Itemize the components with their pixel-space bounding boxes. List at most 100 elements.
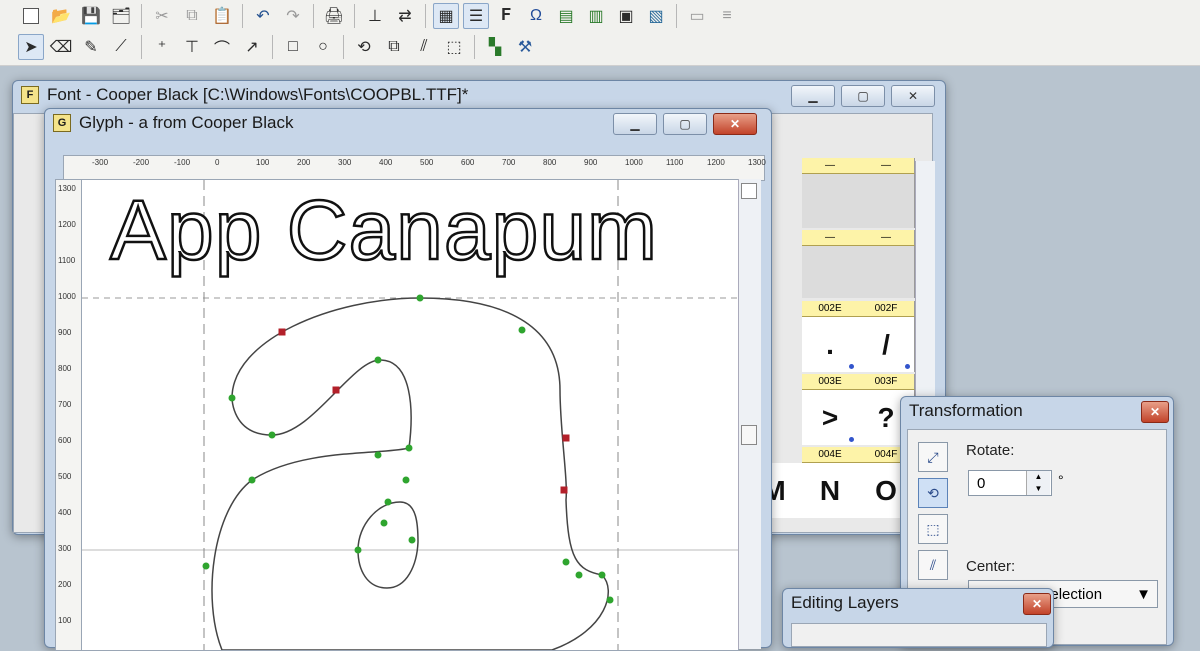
glyph-cell[interactable]: . [802,317,859,372]
grid-icon[interactable]: ▦ [433,3,459,29]
curve-node[interactable] [384,498,392,506]
eraser-icon[interactable]: ⌫ [48,34,74,60]
settings-icon[interactable]: ▧ [643,3,669,29]
new-icon[interactable] [18,3,44,29]
glyph-cell[interactable] [858,246,915,298]
add-tangent-icon[interactable]: ↗ [239,34,265,60]
slant-icon[interactable]: ⫽ [411,34,437,60]
print-icon[interactable]: 🖨 [321,3,347,29]
metrics-icon[interactable]: ⊥ [362,3,388,29]
curve-node[interactable] [575,571,583,579]
layers-icon[interactable]: ▚ [482,34,508,60]
curve-node[interactable] [606,596,614,604]
ellipse-icon[interactable]: ○ [310,34,336,60]
glyph-window-scrollbar[interactable] [738,179,761,649]
curve-node[interactable] [228,394,236,402]
preview-icon[interactable]: Ω [523,3,549,29]
add-curve-icon[interactable]: ⌒ [209,34,235,60]
curve-node[interactable] [248,476,256,484]
pen-icon[interactable]: ✎ [78,34,104,60]
grid-code: — [802,158,859,174]
curve-node[interactable] [374,451,382,459]
copy-icon[interactable]: ⧉ [179,3,205,29]
rectangle-icon[interactable]: □ [280,34,306,60]
view-icon[interactable]: ⇄ [392,3,418,29]
glyph-cell[interactable]: N [802,463,859,518]
ruler-h-label: 1200 [707,158,725,167]
close-button[interactable]: ✕ [1023,593,1051,615]
corner-node[interactable] [278,328,286,336]
curve-node[interactable] [405,444,413,452]
transform-icon[interactable]: ⬚ [441,34,467,60]
text-icon[interactable]: ≡ [714,3,740,29]
curve-node[interactable] [562,558,570,566]
curve-node[interactable] [416,294,424,302]
rotate-icon[interactable]: ⟲ [351,34,377,60]
glyph-cell[interactable] [858,174,915,228]
undo-icon[interactable]: ↶ [250,3,276,29]
close-button[interactable]: ✕ [1141,401,1169,423]
redo-icon[interactable]: ↷ [280,3,306,29]
measure-icon[interactable]: ⚒ [512,34,538,60]
scroll-toggle-icon[interactable] [741,183,757,199]
close-button[interactable]: ✕ [891,85,935,107]
slant-icon[interactable]: ⫽ [918,550,948,580]
editing-layers-titlebar[interactable]: Editing Layers [783,589,1053,617]
grid-code: — [858,230,915,246]
marker-dot [849,364,854,369]
open-icon[interactable]: 📂 [48,3,74,29]
curve-node[interactable] [354,546,362,554]
scale-icon[interactable]: ⬚ [918,514,948,544]
list-icon[interactable]: ☰ [463,3,489,29]
glyph-char: O [875,474,897,506]
curve-node[interactable] [374,356,382,364]
curve-node[interactable] [598,571,606,579]
curve-node[interactable] [518,326,526,334]
add-node-icon[interactable]: ⁺ [149,34,175,60]
export-icon[interactable]: ▣ [613,3,639,29]
scroll-thumb[interactable] [741,425,757,445]
rotate-icon[interactable]: ⟲ [918,478,948,508]
maximize-button[interactable]: ▢ [841,85,885,107]
transformation-titlebar[interactable]: Transformation [901,397,1173,425]
rotate-spinner[interactable]: ▲ ▼ [1026,471,1050,495]
glyph-cell[interactable]: / [858,317,915,372]
knife-icon[interactable]: ⟋ [108,34,134,60]
glyph-cell[interactable] [802,174,859,228]
glyph-cell[interactable]: > [802,390,859,445]
layers-list[interactable] [791,623,1047,647]
save-all-icon[interactable]: 🗂 [108,3,134,29]
curve-node[interactable] [268,431,276,439]
minimize-button[interactable]: ▁ [791,85,835,107]
ruler-h-label: -100 [174,158,191,167]
toolbar-separator [141,4,142,28]
move-icon[interactable]: ⤢ [918,442,948,472]
curve-node[interactable] [380,519,388,527]
font-icon[interactable]: 𝐅 [493,3,519,29]
cut-icon[interactable]: ✂ [149,3,175,29]
save-icon[interactable]: 💾 [78,3,104,29]
toolbar-separator [313,4,314,28]
maximize-button[interactable]: ▢ [663,113,707,135]
corner-node[interactable] [332,386,340,394]
rotate-value: 0 [977,475,986,492]
page-icon[interactable]: ▭ [684,3,710,29]
minimize-button[interactable]: ▁ [613,113,657,135]
paste-icon[interactable]: 📋 [209,3,235,29]
glyph-char: N [819,474,841,506]
close-button[interactable]: ✕ [713,113,757,135]
scale-icon[interactable]: ⧉ [381,34,407,60]
toolbar-separator [676,4,677,28]
ruler-h-label: 500 [420,158,434,167]
pointer-icon[interactable]: ➤ [18,34,44,60]
corner-node[interactable] [562,434,570,442]
table-icon[interactable]: ▥ [583,3,609,29]
corner-node[interactable] [560,486,568,494]
curve-node[interactable] [202,562,210,570]
add-corner-icon[interactable]: ⊤ [179,34,205,60]
curve-node[interactable] [408,536,416,544]
transformation-title: Transformation [909,401,1023,420]
glyph-cell[interactable] [802,246,859,298]
chart-icon[interactable]: ▤ [553,3,579,29]
curve-node[interactable] [402,476,410,484]
